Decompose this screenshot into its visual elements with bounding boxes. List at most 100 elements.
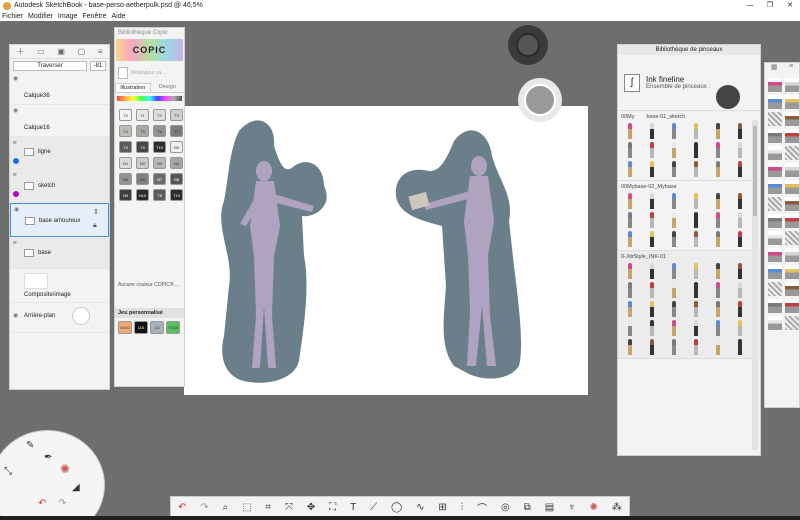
- eye-icon[interactable]: ◉: [13, 107, 18, 114]
- palette-brush-icon[interactable]: [785, 129, 799, 143]
- crop-icon[interactable]: ⌗: [265, 502, 271, 513]
- brush-icon[interactable]: [669, 282, 679, 298]
- brush-icon[interactable]: [669, 212, 679, 228]
- brush-icon[interactable]: [669, 231, 679, 247]
- ruler-icon[interactable]: ⟋: [370, 502, 377, 513]
- redo-icon[interactable]: ↷: [200, 502, 208, 513]
- background-color-swatch[interactable]: [72, 307, 90, 325]
- ellipse-icon[interactable]: ◯: [391, 502, 402, 513]
- copic-swatch[interactable]: T9: [136, 141, 149, 153]
- brush-icon[interactable]: [625, 161, 635, 177]
- eye-icon[interactable]: ◉: [13, 75, 18, 82]
- palette-brush-icon[interactable]: [785, 112, 799, 126]
- zoom-icon[interactable]: ⌕: [223, 502, 229, 513]
- palette-brush-icon[interactable]: [768, 129, 782, 143]
- brush-icon[interactable]: [735, 123, 745, 139]
- brush-icon[interactable]: [713, 161, 723, 177]
- palette-brush-icon[interactable]: [768, 78, 782, 92]
- brush-tool-icon[interactable]: ✎: [26, 440, 34, 451]
- brush-icon[interactable]: [691, 123, 701, 139]
- copic-swatch[interactable]: T2: [153, 109, 166, 121]
- eye-off-icon[interactable]: ⌀: [13, 171, 17, 178]
- undo-icon[interactable]: ↶: [178, 502, 186, 513]
- custom-swatch[interactable]: 110: [134, 321, 148, 334]
- transform-icon[interactable]: ⤡: [4, 466, 12, 477]
- opacity-field[interactable]: -81: [90, 61, 106, 71]
- brush-icon[interactable]: [735, 161, 745, 177]
- perspective-icon[interactable]: ⊞: [438, 502, 446, 513]
- brush-icon[interactable]: [647, 320, 657, 336]
- brush-icon[interactable]: [625, 339, 635, 355]
- brush-icon[interactable]: [647, 123, 657, 139]
- palette-brush-icon[interactable]: [785, 163, 799, 177]
- copic-swatch[interactable]: N9: [119, 189, 132, 201]
- copic-swatch[interactable]: N7: [153, 173, 166, 185]
- brush-icon[interactable]: [713, 301, 723, 317]
- brush-icon[interactable]: [735, 142, 745, 158]
- brush-icon[interactable]: [691, 282, 701, 298]
- brush-icon[interactable]: [647, 339, 657, 355]
- copic-swatch[interactable]: T10: [170, 189, 183, 201]
- brush-icon[interactable]: [647, 193, 657, 209]
- hue-strip[interactable]: [117, 96, 182, 101]
- copic-swatch[interactable]: N2: [136, 157, 149, 169]
- brush-icon[interactable]: [625, 282, 635, 298]
- copic-swatch[interactable]: T1: [136, 109, 149, 121]
- menu-modifier[interactable]: Modifier: [28, 13, 53, 20]
- blend-mode-select[interactable]: Traverser: [13, 61, 87, 71]
- brush-icon[interactable]: [735, 231, 745, 247]
- tab-design[interactable]: Design: [151, 83, 185, 92]
- copic-swatch[interactable]: T8: [153, 189, 166, 201]
- brush-icon[interactable]: [625, 263, 635, 279]
- palette-brush-icon[interactable]: [768, 265, 782, 279]
- brush-icon[interactable]: [647, 212, 657, 228]
- copic-swatch[interactable]: T3: [170, 109, 183, 121]
- brush-icon[interactable]: [713, 123, 723, 139]
- brush-icon[interactable]: [625, 212, 635, 228]
- brush-icon[interactable]: [669, 339, 679, 355]
- palette-brush-icon[interactable]: [785, 231, 799, 245]
- eye-off-icon[interactable]: ⌀: [13, 239, 17, 246]
- palette-brush-icon[interactable]: [785, 95, 799, 109]
- color-editor-icon[interactable]: ✺: [589, 502, 597, 513]
- brush-icon[interactable]: [625, 301, 635, 317]
- palette-brush-icon[interactable]: [768, 316, 782, 330]
- layer-calque16[interactable]: ◉ Calque16: [10, 105, 109, 137]
- brush-icon[interactable]: [713, 263, 723, 279]
- copic-swatch[interactable]: N6: [136, 173, 149, 185]
- brush-icon[interactable]: [713, 282, 723, 298]
- brush-icon[interactable]: [647, 231, 657, 247]
- scrollbar-thumb[interactable]: [753, 126, 757, 216]
- menu-fichier[interactable]: Fichier: [2, 13, 23, 20]
- palette-brush-icon[interactable]: [768, 282, 782, 296]
- layer-base-amoureux[interactable]: ◉ base amoureux ⇕ 🔒︎: [10, 203, 109, 237]
- brush-icon[interactable]: [735, 263, 745, 279]
- brush-icon[interactable]: [669, 320, 679, 336]
- clear-icon[interactable]: ▢: [78, 47, 86, 56]
- brush-icon[interactable]: [669, 263, 679, 279]
- brush-icon[interactable]: [691, 231, 701, 247]
- minimize-button[interactable]: —: [740, 0, 760, 11]
- palette-brush-icon[interactable]: [785, 248, 799, 262]
- layer-background[interactable]: ◉ Arrière-plan: [10, 303, 109, 333]
- palette-brush-icon[interactable]: [785, 282, 799, 296]
- close-button[interactable]: ✕: [780, 0, 800, 11]
- add-layer-icon[interactable]: ＋: [16, 46, 24, 57]
- palette-brush-icon[interactable]: [785, 316, 799, 330]
- brush-icon[interactable]: [647, 301, 657, 317]
- brush-icon[interactable]: [713, 320, 723, 336]
- brush-icon[interactable]: [691, 161, 701, 177]
- palette-brush-icon[interactable]: [785, 299, 799, 313]
- brush-icon[interactable]: [625, 193, 635, 209]
- brush-icon[interactable]: [625, 142, 635, 158]
- options-icon[interactable]: ≡: [789, 63, 793, 75]
- brush-icon[interactable]: [669, 193, 679, 209]
- brush-icon[interactable]: [669, 161, 679, 177]
- palette-brush-icon[interactable]: [785, 197, 799, 211]
- copic-swatch[interactable]: N5: [119, 173, 132, 185]
- copic-search-input[interactable]: Mélangeur ca...: [131, 70, 165, 76]
- brush-icon[interactable]: [647, 282, 657, 298]
- copic-swatch[interactable]: T4: [119, 125, 132, 137]
- brush-icon[interactable]: [625, 320, 635, 336]
- brush-icon[interactable]: [691, 142, 701, 158]
